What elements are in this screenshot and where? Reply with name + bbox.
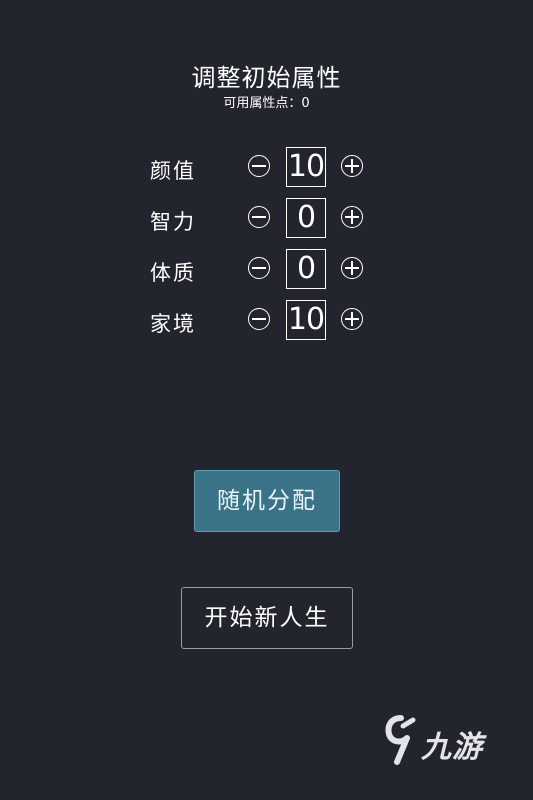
plus-icon-vertical: [351, 159, 353, 173]
plus-icon-vertical: [351, 261, 353, 275]
start-new-life-button[interactable]: 开始新人生: [181, 587, 353, 649]
watermark: 九游: [383, 712, 498, 772]
attribute-value-box: 0: [286, 249, 326, 289]
minus-icon: [252, 165, 266, 167]
attribute-row-constitution: 体质 0: [150, 249, 380, 291]
available-points-label: 可用属性点：: [223, 96, 302, 111]
available-points: 可用属性点：0: [0, 92, 533, 111]
attribute-row-appearance: 颜值 10: [150, 147, 380, 189]
page-title: 调整初始属性: [191, 64, 342, 92]
attribute-label: 家境: [150, 312, 196, 336]
increase-appearance-button[interactable]: [341, 155, 363, 177]
attribute-value-box: 0: [286, 198, 326, 238]
increase-intelligence-button[interactable]: [341, 206, 363, 228]
decrease-constitution-button[interactable]: [248, 257, 270, 279]
available-points-value: 0: [301, 96, 310, 111]
attribute-value-box: 10: [286, 147, 326, 187]
decrease-family-button[interactable]: [248, 308, 270, 330]
minus-icon: [252, 267, 266, 269]
minus-icon: [252, 216, 266, 218]
attribute-label: 体质: [150, 261, 196, 285]
increase-constitution-button[interactable]: [341, 257, 363, 279]
minus-icon: [252, 318, 266, 320]
increase-family-button[interactable]: [341, 308, 363, 330]
watermark-text: 九游: [421, 730, 483, 765]
decrease-appearance-button[interactable]: [248, 155, 270, 177]
plus-icon-vertical: [351, 312, 353, 326]
random-allocate-button[interactable]: 随机分配: [194, 470, 340, 532]
decrease-intelligence-button[interactable]: [248, 206, 270, 228]
plus-icon-vertical: [351, 210, 353, 224]
attribute-row-family: 家境 10: [150, 300, 380, 342]
nine-game-logo-icon: [385, 715, 416, 765]
attribute-label: 颜值: [150, 159, 196, 183]
attribute-row-intelligence: 智力 0: [150, 198, 380, 240]
attribute-label: 智力: [150, 210, 196, 234]
attribute-value-box: 10: [286, 300, 326, 340]
